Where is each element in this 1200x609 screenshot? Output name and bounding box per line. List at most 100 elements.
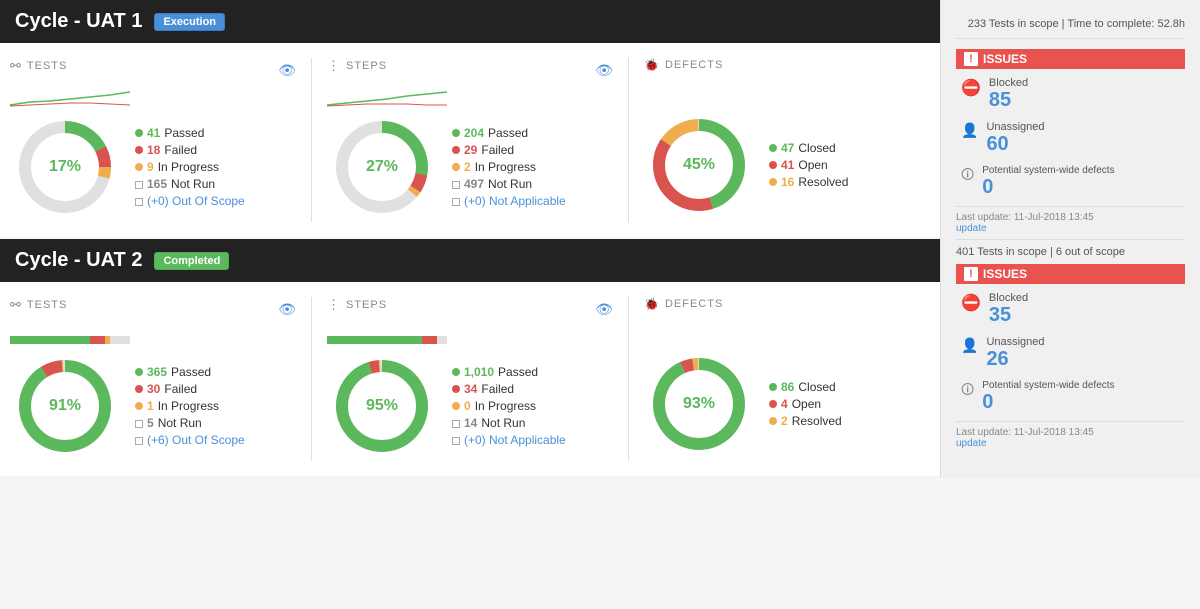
test-icon: ⚯ (10, 58, 22, 74)
uat2-potential-icon: 🛈 (961, 381, 974, 403)
uat1-potential-info: Potential system-wide defects 0 (982, 165, 1114, 198)
uat2-defects-legend-open: 4 Open (769, 397, 842, 411)
uat2-issues-exclamation: ! (964, 267, 978, 281)
uat2-steps-donut-label: 95% (366, 397, 398, 415)
uat2-tests-legend: 365 Passed 30 Failed 1 In (135, 365, 245, 447)
uat2-tests-section-content: 91% 365 Passed 30 Failed (10, 351, 296, 461)
cycle-uat2-badge: Completed (154, 252, 229, 270)
defects-icon: 🐞 (644, 58, 660, 72)
uat2-steps-trend (327, 326, 613, 346)
uat1-issues-exclamation: ! (964, 52, 978, 66)
tests-trend-chart (10, 87, 296, 107)
left-panel: Cycle - UAT 1 Execution ⚯ TESTS 👁 (0, 0, 940, 478)
uat2-issues-section: ! ISSUES ⛔ Blocked 35 👤 Unassigned 26 🛈 (956, 264, 1185, 449)
uat2-tests-trend (10, 326, 296, 346)
uat2-defects-donut: 93% (644, 349, 754, 459)
main-container: Cycle - UAT 1 Execution ⚯ TESTS 👁 (0, 0, 1200, 478)
uat2-tests-donut-label: 91% (49, 397, 81, 415)
uat2-unassigned-icon: 👤 (961, 337, 978, 354)
steps-eye-icon[interactable]: 👁 (595, 62, 613, 79)
steps-legend-notapplicable: (+0) Not Applicable (452, 194, 566, 208)
uat2-legend-outofscope: (+6) Out Of Scope (135, 433, 245, 447)
defects-label: 🐞 DEFECTS (644, 58, 723, 72)
defects-legend-resolved: 16 Resolved (769, 175, 848, 189)
cycle-uat1-title: Cycle - UAT 1 (15, 10, 142, 33)
uat1-update-link[interactable]: update (956, 223, 987, 234)
right-panel: 233 Tests in scope | Time to complete: 5… (940, 0, 1200, 478)
uat2-blocked-info: Blocked 35 (989, 292, 1028, 326)
defects-legend: 47 Closed 41 Open 16 Resol (769, 141, 848, 189)
uat2-unassigned-info: Unassigned 26 (986, 336, 1044, 370)
uat2-test-icon: ⚯ (10, 297, 22, 313)
uat2-unassigned-row: 👤 Unassigned 26 (956, 336, 1185, 370)
defects-donut-label: 45% (683, 156, 715, 174)
defects-section-content: 45% 47 Closed 41 Open (644, 110, 930, 220)
tests-legend: 41 Passed 18 Failed 9 In P (135, 126, 245, 208)
uat2-tests-label: ⚯ TESTS (10, 297, 67, 313)
steps-donut-label: 27% (366, 158, 398, 176)
uat2-tests-donut: 91% (10, 351, 120, 461)
uat1-last-update: Last update: 11-Jul-2018 13:45 update (956, 206, 1185, 234)
cycle-uat1-block: Cycle - UAT 1 Execution ⚯ TESTS 👁 (0, 0, 940, 237)
uat2-defects-icon: 🐞 (644, 297, 660, 311)
uat1-unassigned-info: Unassigned 60 (986, 121, 1044, 155)
uat2-steps-label: ⋮ STEPS (327, 297, 387, 313)
uat2-steps-legend-failed: 34 Failed (452, 382, 566, 396)
uat2-divider-1 (311, 297, 312, 461)
cycle-uat1-tests: ⚯ TESTS 👁 (10, 58, 296, 222)
cycle-uat1-steps-header: ⋮ STEPS 👁 (327, 58, 613, 82)
uat2-steps-icon: ⋮ (327, 297, 341, 313)
uat2-blocked-row: ⛔ Blocked 35 (956, 292, 1185, 326)
uat2-legend-inprogress: 1 In Progress (135, 399, 245, 413)
steps-icon: ⋮ (327, 58, 341, 74)
uat2-steps-section-content: 95% 1,010 Passed 34 Failed (327, 351, 613, 461)
uat2-steps-legend-notrun: 14 Not Run (452, 416, 566, 430)
divider-1 (311, 58, 312, 222)
tests-label: ⚯ TESTS (10, 58, 67, 74)
uat2-defects-legend-closed: 86 Closed (769, 380, 842, 394)
uat2-update-link[interactable]: update (956, 438, 987, 449)
potential-icon: 🛈 (961, 166, 974, 188)
uat2-steps-legend-notapplicable: (+0) Not Applicable (452, 433, 566, 447)
tests-section-content: 17% 41 Passed 18 Failed (10, 112, 296, 222)
uat2-potential-info: Potential system-wide defects 0 (982, 380, 1114, 413)
cycle-uat1-tests-header: ⚯ TESTS 👁 (10, 58, 296, 82)
uat2-steps-legend-passed: 1,010 Passed (452, 365, 566, 379)
divider-2 (628, 58, 629, 222)
legend-notrun: 165 Not Run (135, 177, 245, 191)
tests-eye-icon[interactable]: 👁 (278, 62, 296, 79)
defects-donut: 45% (644, 110, 754, 220)
cycle-uat2-block: Cycle - UAT 2 Completed ⚯ TESTS 👁 (0, 239, 940, 476)
defects-legend-closed: 47 Closed (769, 141, 848, 155)
legend-inprogress: 9 In Progress (135, 160, 245, 174)
uat2-steps-legend-inprogress: 0 In Progress (452, 399, 566, 413)
steps-legend-notrun: 497 Not Run (452, 177, 566, 191)
tests-donut-label: 17% (49, 158, 81, 176)
steps-section-content: 27% 204 Passed 29 Failed (327, 112, 613, 222)
steps-legend: 204 Passed 29 Failed 2 In (452, 126, 566, 208)
cycle-uat2-steps-header: ⋮ STEPS 👁 (327, 297, 613, 321)
cycle-uat2-tests: ⚯ TESTS 👁 (10, 297, 296, 461)
uat1-unassigned-row: 👤 Unassigned 60 (956, 121, 1185, 155)
uat2-blocked-icon: ⛔ (961, 293, 981, 313)
cycle-uat2-defects: 🐞 DEFECTS (644, 297, 930, 461)
uat2-steps-eye-icon[interactable]: 👁 (595, 301, 613, 318)
uat1-issues-header: ! ISSUES (956, 49, 1185, 69)
uat2-legend-notrun: 5 Not Run (135, 416, 245, 430)
legend-failed: 18 Failed (135, 143, 245, 157)
uat2-defects-donut-label: 93% (683, 395, 715, 413)
cycle-uat2-defects-header: 🐞 DEFECTS (644, 297, 930, 319)
uat2-defects-section-content: 93% 86 Closed 4 Open (644, 349, 930, 459)
uat1-blocked-info: Blocked 85 (989, 77, 1028, 111)
cycle-uat2-tests-header: ⚯ TESTS 👁 (10, 297, 296, 321)
uat2-legend-failed: 30 Failed (135, 382, 245, 396)
cycle-uat1-defects: 🐞 DEFECTS (644, 58, 930, 222)
uat2-steps-donut: 95% (327, 351, 437, 461)
cycle-uat2-title: Cycle - UAT 2 (15, 249, 142, 272)
uat2-tests-eye-icon[interactable]: 👁 (278, 301, 296, 318)
steps-donut: 27% (327, 112, 437, 222)
uat2-issues-header: ! ISSUES (956, 264, 1185, 284)
unassigned-icon: 👤 (961, 122, 978, 139)
uat2-defects-label: 🐞 DEFECTS (644, 297, 723, 311)
steps-trend-chart (327, 87, 613, 107)
